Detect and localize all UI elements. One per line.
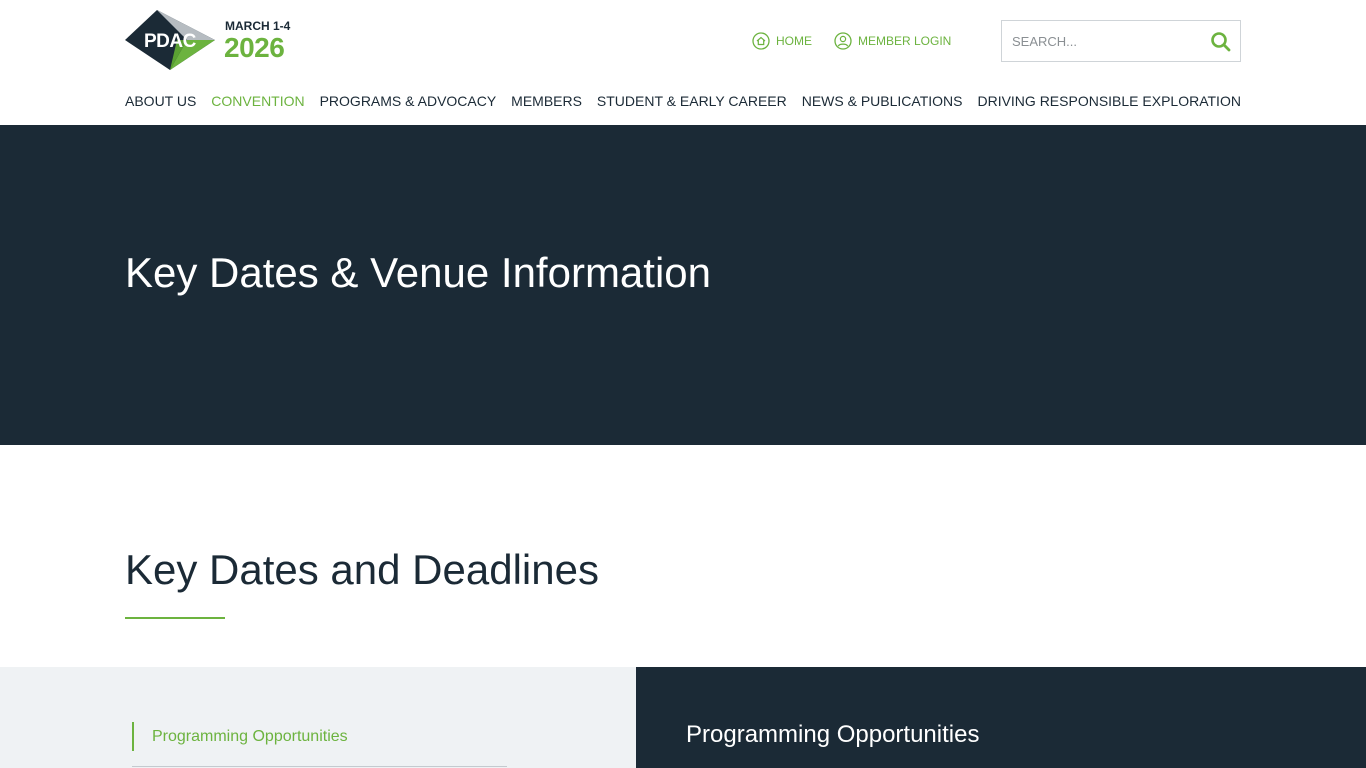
search-box — [1001, 20, 1241, 62]
page-title: Key Dates & Venue Information — [125, 249, 712, 296]
site-header: PDAC MARCH 1-4 2026 HOME MEMBER LOGIN AB… — [0, 0, 1366, 125]
member-login-link[interactable]: MEMBER LOGIN — [834, 31, 951, 51]
hero-banner: Key Dates & Venue Information — [0, 125, 1366, 445]
section-title: Key Dates and Deadlines — [125, 546, 599, 593]
pdac-logo[interactable]: PDAC MARCH 1-4 2026 — [125, 10, 295, 72]
sidebar-divider — [132, 766, 507, 767]
home-link[interactable]: HOME — [752, 31, 812, 51]
search-icon — [1211, 32, 1231, 52]
nav-item-news-publications[interactable]: NEWS & PUBLICATIONS — [802, 93, 963, 109]
nav-item-student-early-career[interactable]: STUDENT & EARLY CAREER — [597, 93, 787, 109]
nav-item-driving-responsible-exploration[interactable]: DRIVING RESPONSIBLE EXPLORATION — [977, 93, 1240, 109]
user-icon — [834, 32, 852, 50]
logo-wordmark: PDAC — [144, 31, 196, 52]
member-login-label: MEMBER LOGIN — [858, 34, 952, 48]
sidebar-item-programming-opportunities[interactable]: Programming Opportunities — [132, 722, 348, 751]
search-input[interactable] — [1002, 22, 1202, 60]
logo-event-year: 2026 — [224, 32, 285, 63]
logo-event-dates: MARCH 1-4 — [225, 19, 291, 33]
content-heading: Programming Opportunities — [686, 721, 980, 748]
main-navigation: ABOUT US CONVENTION PROGRAMS & ADVOCACY … — [125, 92, 1241, 110]
nav-item-programs-advocacy[interactable]: PROGRAMS & ADVOCACY — [320, 93, 497, 109]
nav-item-convention[interactable]: CONVENTION — [211, 93, 304, 109]
section-sidebar: Programming Opportunities — [0, 667, 636, 768]
content-panel: Programming Opportunities — [636, 667, 1366, 768]
home-icon — [752, 32, 770, 50]
nav-item-members[interactable]: MEMBERS — [511, 93, 582, 109]
search-button[interactable] — [1210, 31, 1232, 53]
home-link-label: HOME — [776, 34, 812, 48]
section-title-underline — [125, 617, 225, 619]
nav-item-about-us[interactable]: ABOUT US — [125, 93, 196, 109]
